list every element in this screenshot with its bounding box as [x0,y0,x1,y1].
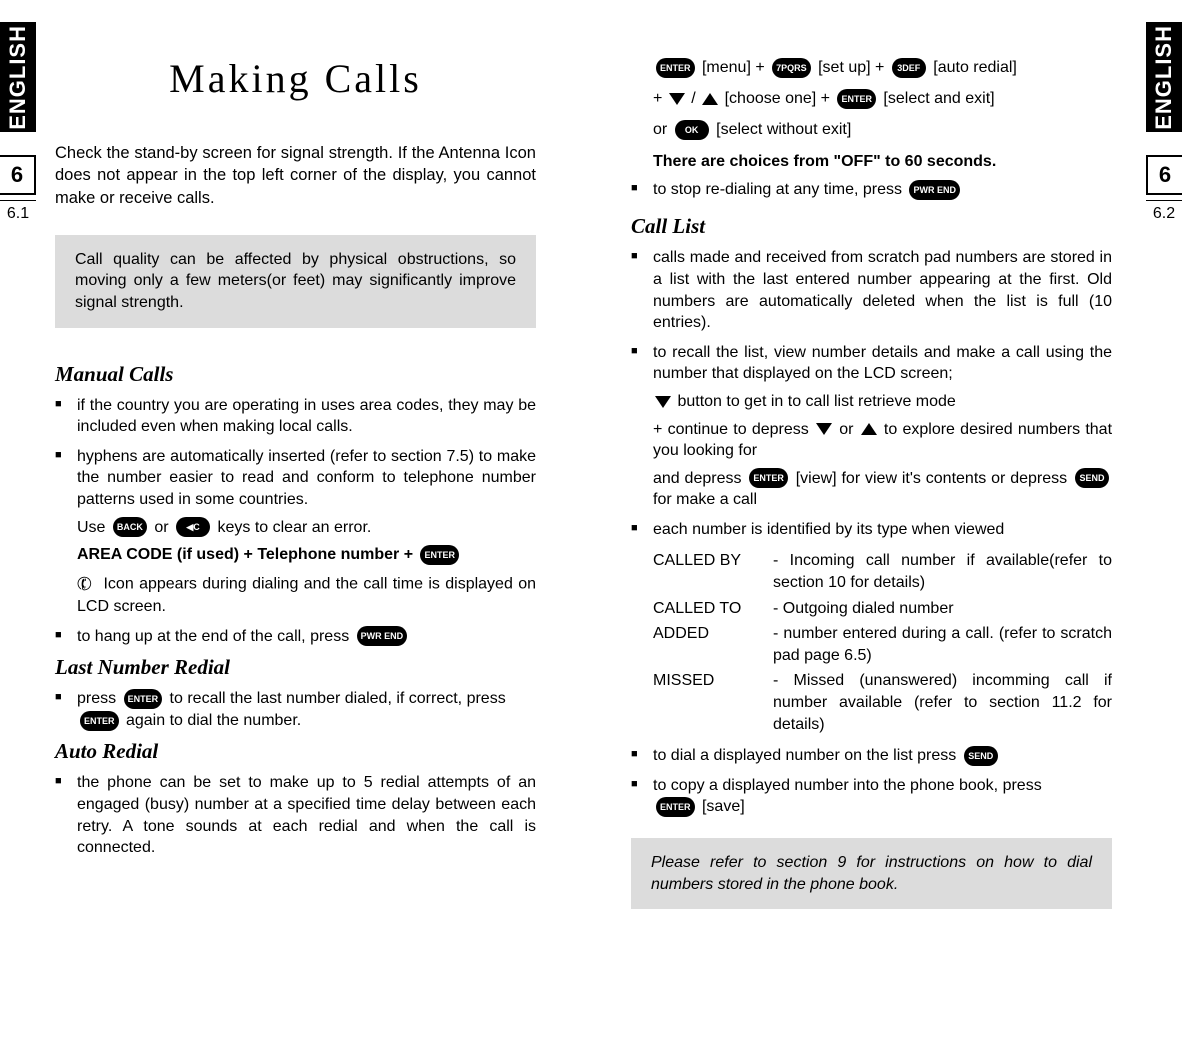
manual-calls-list: if the country you are operating in uses… [55,395,536,648]
enter-icon: ENTER [80,711,119,731]
call-list-actions: to dial a displayed number on the list p… [631,745,1112,818]
callout-section9: Please refer to section 9 for instructio… [631,838,1112,909]
manual-b1: if the country you are operating in uses… [55,395,536,438]
chapter-number-left: 6 [0,155,36,195]
key-7-icon: 7PQRS [772,58,811,78]
seq-line2: + / [choose one] + ENTER [select and exi… [631,85,1112,112]
side-tab-label: ENGLISH [5,25,31,130]
ok-icon: OK [675,120,709,140]
last-redial-b1: press ENTER to recall the last number di… [55,688,536,731]
arrow-up-icon [861,423,877,435]
back-icon: BACK [113,517,147,537]
seq-line4: There are choices from "OFF" to 60 secon… [631,148,1112,175]
call-list-bullets: calls made and received from scratch pad… [631,247,1112,540]
cl-s1: button to get in to call list retrieve m… [653,391,1112,413]
page-number-left: 6.1 [0,200,36,223]
heading-last-redial: Last Number Redial [55,655,536,680]
enter-icon: ENTER [124,689,163,709]
arrow-down-icon [669,93,685,105]
phone-icon: ✆ [73,570,95,598]
side-tab-label: ENGLISH [1151,25,1177,130]
seq-line1: ENTER [menu] + 7PQRS [set up] + 3DEF [au… [631,54,1112,81]
cl-b2: to recall the list, view number details … [631,342,1112,511]
callout-signal: Call quality can be affected by physical… [55,235,536,328]
send-icon: SEND [964,746,998,766]
auto-redial-b1: the phone can be set to make up to 5 red… [55,772,536,858]
side-tab-language-right: ENGLISH [1146,22,1182,132]
use-keys-line: Use BACK or ◀C keys to clear an error. [77,517,536,539]
side-tab-language-left: ENGLISH [0,22,36,132]
heading-call-list: Call List [631,214,1112,239]
clear-icon: ◀C [176,517,210,537]
page-number-right: 6.2 [1146,200,1182,223]
page-title: Making Calls [55,55,536,102]
chapter-number-right: 6 [1146,155,1182,195]
def-row: CALLED TO- Outgoing dialed number [653,598,1112,620]
pwr-end-icon: PWR END [357,626,408,646]
cl-b1: calls made and received from scratch pad… [631,247,1112,333]
enter-icon: ENTER [837,89,876,109]
arrow-up-icon [702,93,718,105]
cl-s3: and depress ENTER [view] for view it's c… [653,468,1112,511]
def-row: ADDED- number entered during a call. (re… [653,623,1112,666]
pwr-end-icon: PWR END [909,180,960,200]
manual-b2: hyphens are automatically inserted (refe… [55,446,536,618]
enter-icon: ENTER [656,797,695,817]
auto-redial-sequence: ENTER [menu] + 7PQRS [set up] + 3DEF [au… [631,40,1112,175]
left-page: ENGLISH 6 6.1 Making Calls Check the sta… [0,0,591,1046]
intro-text: Check the stand-by screen for signal str… [55,142,536,209]
last-redial-list: press ENTER to recall the last number di… [55,688,536,731]
def-row: CALLED BY- Incoming call number if avail… [653,550,1112,593]
dialing-icon-line: ✆ Icon appears during dialing and the ca… [77,572,536,618]
cl-copy: to copy a displayed number into the phon… [631,775,1112,818]
enter-icon: ENTER [749,468,788,488]
enter-icon: ENTER [656,58,695,78]
cl-dial: to dial a displayed number on the list p… [631,745,1112,767]
stop-redial: to stop re-dialing at any time, press PW… [631,179,1112,201]
cl-s2: + continue to depress or to explore desi… [653,419,1112,462]
manual-hangup: to hang up at the end of the call, press… [55,626,536,648]
key-3-icon: 3DEF [892,58,926,78]
right-page: ENGLISH 6 6.2 ENTER [menu] + 7PQRS [set … [591,0,1182,1046]
area-code-line: AREA CODE (if used) + Telephone number +… [77,544,536,566]
send-icon: SEND [1075,468,1109,488]
cl-b3: each number is identified by its type wh… [631,519,1112,541]
call-type-definitions: CALLED BY- Incoming call number if avail… [631,550,1112,735]
heading-manual-calls: Manual Calls [55,362,536,387]
enter-icon: ENTER [420,545,459,565]
auto-redial-list: the phone can be set to make up to 5 red… [55,772,536,858]
def-row: MISSED- Missed (unanswered) incomming ca… [653,670,1112,735]
seq-line3: or OK [select without exit] [631,116,1112,143]
heading-auto-redial: Auto Redial [55,739,536,764]
arrow-down-icon [816,423,832,435]
arrow-down-icon [655,396,671,408]
stop-redial-list: to stop re-dialing at any time, press PW… [631,179,1112,201]
